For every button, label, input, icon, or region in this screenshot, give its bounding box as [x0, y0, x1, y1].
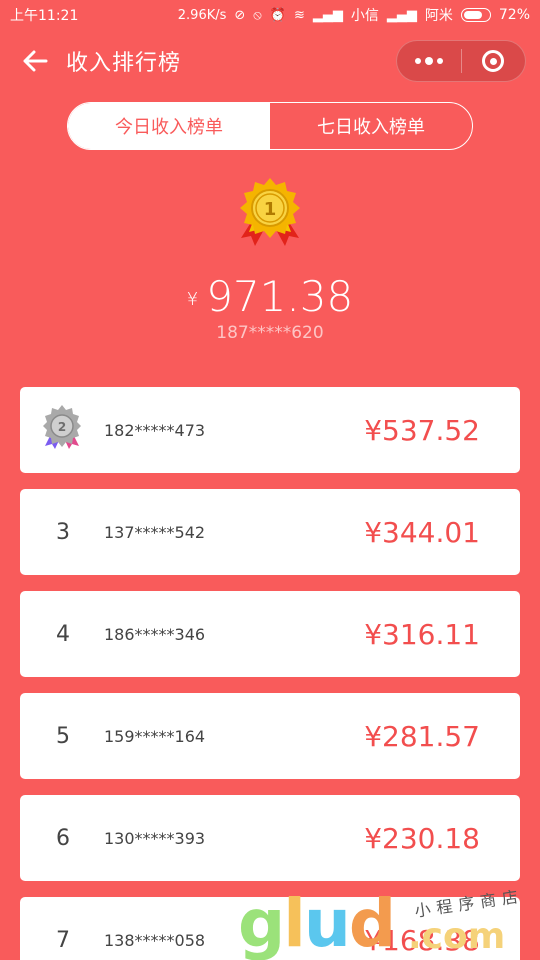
list-rank: 4: [56, 621, 70, 647]
signal-icon: ▂▄▆: [312, 7, 343, 23]
silver-medal-2-icon: 2: [42, 404, 104, 456]
list-item[interactable]: 3 137*****542 ¥344.01: [20, 489, 520, 575]
list-phone: 130*****393: [104, 828, 206, 848]
list-phone: 159*****164: [104, 726, 206, 746]
wifi-icon: ≋: [293, 7, 305, 23]
battery-level: 72%: [498, 7, 530, 23]
more-dots-icon: [414, 57, 443, 65]
battery-icon: [460, 8, 491, 22]
nav-bar: 收入排行榜: [0, 30, 540, 92]
link-icon: ⊘: [234, 7, 246, 23]
list-phone: 138*****058: [104, 930, 206, 950]
svg-text:1: 1: [264, 199, 277, 220]
top-amount-value: 971.38: [206, 272, 354, 321]
list-amount: ¥316.11: [364, 617, 480, 651]
svg-text:2: 2: [58, 420, 66, 434]
list-item[interactable]: 7 138*****058 ¥168.38: [20, 897, 520, 960]
carrier-2: 阿米: [424, 8, 453, 24]
ranking-tabs: 今日收入榜单 七日收入榜单: [67, 102, 473, 150]
tab-today[interactable]: 今日收入榜单: [68, 103, 270, 149]
top-phone: 187*****620: [216, 323, 324, 343]
alarm-icon: ⏰: [269, 7, 286, 23]
top-amount: ¥971.38: [0, 272, 540, 321]
list-rank: 5: [56, 723, 70, 749]
list-phone: 182*****473: [104, 420, 206, 440]
list-amount: ¥281.57: [364, 719, 480, 753]
list-rank: 6: [56, 825, 70, 851]
list-phone: 137*****542: [104, 522, 206, 542]
list-item[interactable]: 4 186*****346 ¥316.11: [20, 591, 520, 677]
list-item[interactable]: 2 182*****473 ¥537.52: [20, 387, 520, 473]
target-circle-icon: [482, 50, 505, 72]
mini-program-capsule: [396, 40, 526, 82]
list-item[interactable]: 6 130*****393 ¥230.18: [20, 795, 520, 881]
status-bar: 上午11:21 2.96K/s ⊘ ⦸ ⏰ ≋ ▂▄▆ 小信 ▂▄▆ 阿米 72…: [0, 0, 540, 30]
list-phone: 186*****346: [104, 624, 206, 644]
gold-medal-1-icon: 1: [235, 176, 305, 254]
tab-seven-days[interactable]: 七日收入榜单: [270, 103, 472, 149]
list-amount: ¥168.38: [364, 923, 480, 957]
back-button[interactable]: [18, 44, 52, 78]
status-indicators: 2.96K/s ⊘ ⦸ ⏰ ≋ ▂▄▆ 小信 ▂▄▆ 阿米 72%: [178, 5, 530, 25]
list-amount: ¥344.01: [364, 515, 480, 549]
network-speed: 2.96K/s: [177, 7, 227, 23]
list-amount: ¥230.18: [364, 821, 480, 855]
status-time: 上午11:21: [10, 8, 79, 24]
close-button[interactable]: [462, 41, 526, 81]
list-rank: 3: [56, 519, 70, 545]
list-amount: ¥537.52: [364, 413, 480, 447]
signal-icon: ▂▄▆: [386, 7, 417, 23]
list-rank: 7: [56, 927, 70, 953]
currency-symbol: ¥: [186, 289, 199, 310]
more-button[interactable]: [397, 41, 461, 81]
list-item[interactable]: 5 159*****164 ¥281.57: [20, 693, 520, 779]
page-title: 收入排行榜: [66, 51, 182, 76]
ranking-list: 2 182*****473 ¥537.52 3 137*****542 ¥344…: [20, 387, 520, 960]
carrier-1: 小信: [350, 8, 379, 24]
mute-icon: ⦸: [253, 7, 262, 23]
arrow-left-icon: [23, 50, 48, 72]
